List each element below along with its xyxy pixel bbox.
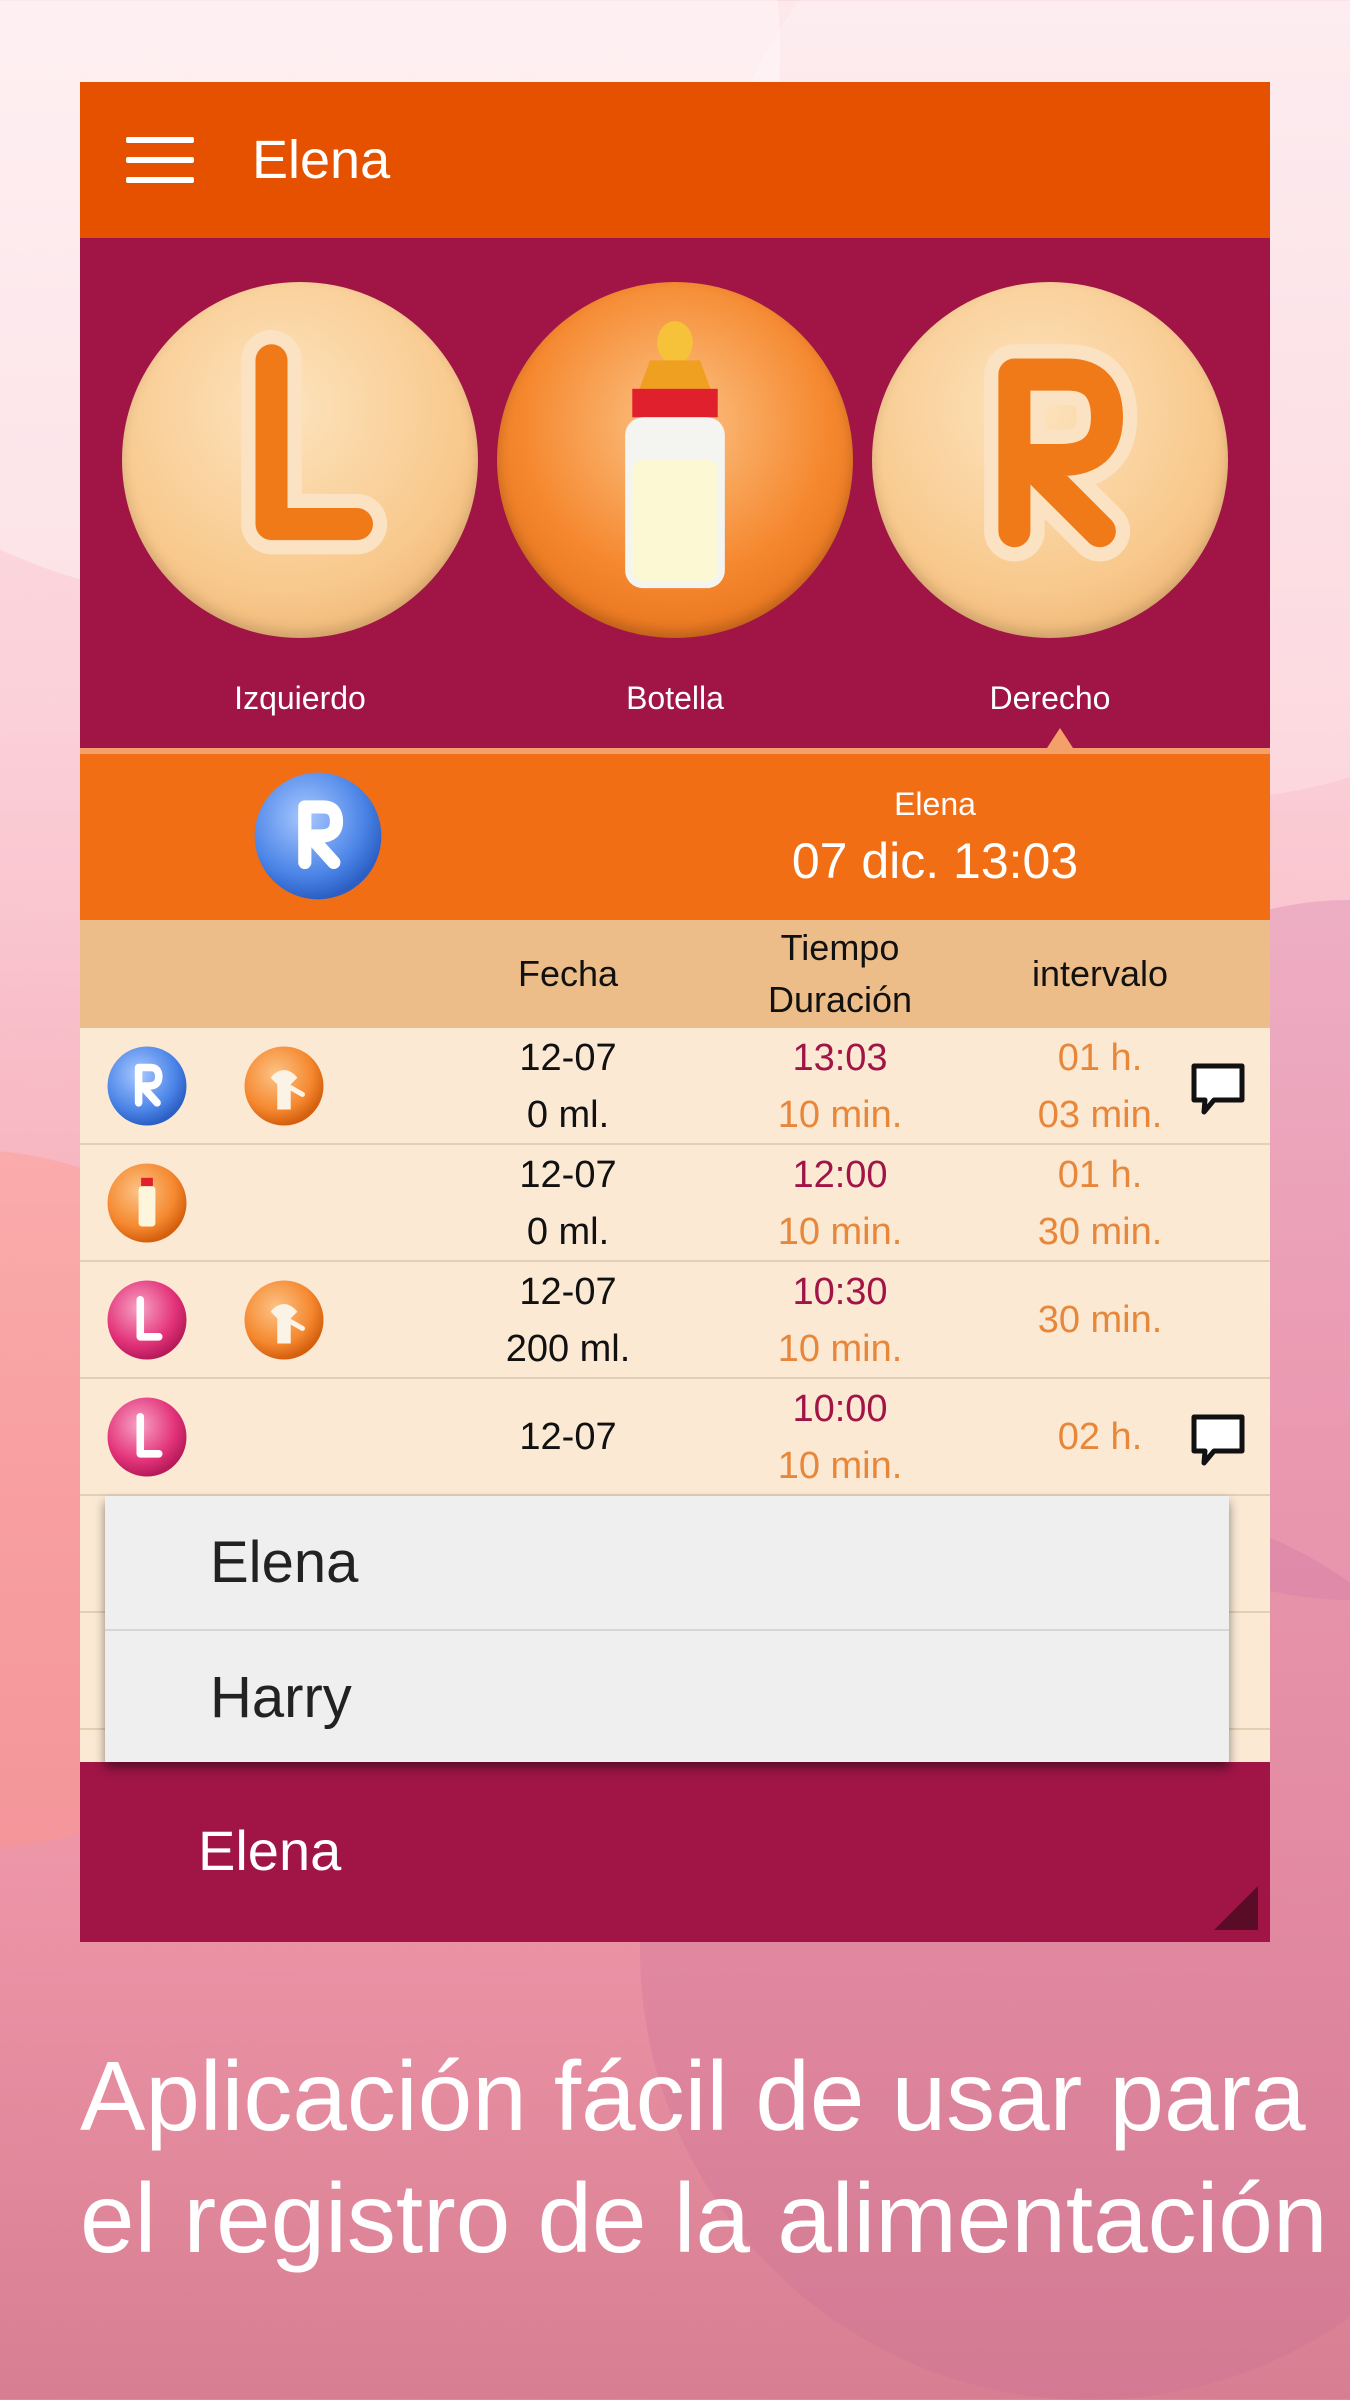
left-breast-icon xyxy=(105,1278,189,1362)
app-bar: Elena xyxy=(80,82,1270,238)
header-intervalo: intervalo xyxy=(1031,953,1169,994)
table-row[interactable]: 12-07 200 ml. 10:30 10 min. 30 min. xyxy=(80,1262,1270,1379)
right-breast-R-icon xyxy=(984,344,1138,562)
dropdown-option-harry[interactable]: Harry xyxy=(105,1629,1229,1762)
baby-bottle-icon xyxy=(625,321,725,589)
bottle-label: Botella xyxy=(626,680,724,716)
row-intervalo: 30 min. xyxy=(940,1292,1260,1349)
current-baby-name: Elena xyxy=(894,786,976,822)
row-interval-min: 30 min. xyxy=(1037,1211,1163,1253)
row-intervalo: 01 h. 30 min. xyxy=(940,1147,1260,1261)
row-interval: 01 h. xyxy=(1057,1154,1143,1196)
table-row[interactable]: 12-07 0 ml. 13:03 10 min. 01 h. 03 min. xyxy=(80,1028,1270,1145)
app-screen: Elena Izquierdo Botella Derecho Elena 07… xyxy=(80,82,1270,1942)
breast-pump-icon xyxy=(242,1278,326,1362)
right-label: Derecho xyxy=(989,680,1111,716)
table-header: Fecha Tiempo Duración intervalo xyxy=(80,920,1270,1028)
selected-baby-name: Elena xyxy=(198,1819,342,1882)
caption-line-1: Aplicación fácil de usar para xyxy=(80,2041,1306,2151)
table-row[interactable]: 12-07 10:00 10 min. 02 h. xyxy=(80,1379,1270,1496)
promo-caption: Aplicación fácil de usar para el registr… xyxy=(80,2035,1330,2279)
right-breast-R-icon xyxy=(254,772,382,900)
left-breast-icon xyxy=(105,1395,189,1479)
current-datetime: 07 dic. 13:03 xyxy=(791,833,1079,889)
left-label: Izquierdo xyxy=(234,680,366,716)
hamburger-menu-icon[interactable] xyxy=(126,137,194,183)
right-breast-button[interactable] xyxy=(872,282,1228,638)
bottle-icon xyxy=(105,1161,189,1245)
breast-pump-icon xyxy=(242,1044,326,1128)
comment-icon[interactable] xyxy=(1188,1058,1248,1118)
spinner-arrow-icon xyxy=(1214,1886,1258,1930)
left-breast-L-icon xyxy=(241,330,388,555)
baby-selector[interactable]: Elena xyxy=(80,1762,1270,1942)
bottle-button[interactable] xyxy=(497,282,853,638)
table-row[interactable]: 12-07 0 ml. 12:00 10 min. 01 h. 30 min. xyxy=(80,1145,1270,1262)
selection-pointer xyxy=(1047,728,1073,748)
caption-line-2: el registro de la alimentación xyxy=(80,2163,1328,2273)
current-feed-status: Elena 07 dic. 13:03 xyxy=(80,754,1270,920)
baby-select-dropdown: Elena Harry xyxy=(105,1496,1229,1762)
app-title: Elena xyxy=(252,130,391,190)
comment-icon[interactable] xyxy=(1188,1409,1248,1469)
left-breast-button[interactable] xyxy=(122,282,478,638)
row-interval: 30 min. xyxy=(1037,1299,1163,1341)
dropdown-option-elena[interactable]: Elena xyxy=(105,1496,1229,1629)
right-breast-icon xyxy=(105,1044,189,1128)
feed-type-picker: Izquierdo Botella Derecho xyxy=(80,238,1270,754)
